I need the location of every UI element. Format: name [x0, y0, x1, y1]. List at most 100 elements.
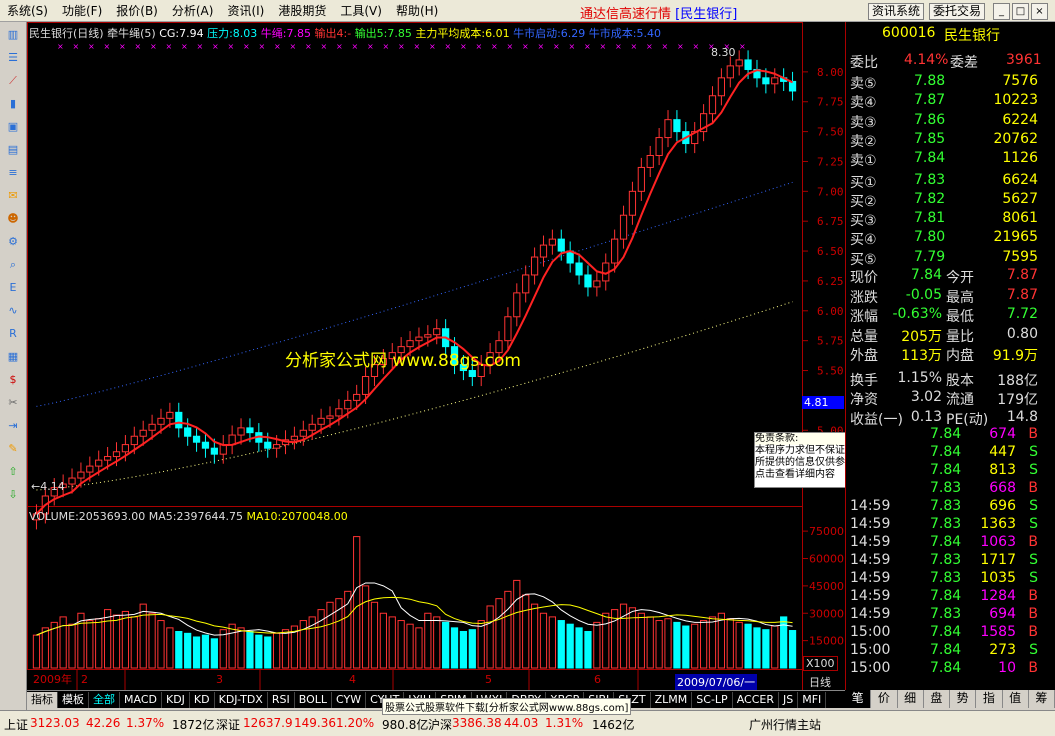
volume-bar	[326, 601, 334, 669]
tab-kdj-tdx[interactable]: KDJ-TDX	[215, 691, 268, 708]
layout-icon[interactable]: ▦	[3, 348, 23, 366]
sell-volume: 20762	[993, 130, 1038, 147]
volume-bar	[646, 616, 654, 669]
right-tab-2[interactable]: 细	[898, 690, 924, 708]
volume-bar	[370, 601, 379, 669]
tab-item[interactable]: 模板	[58, 691, 89, 708]
line-icon[interactable]: ⟋	[3, 72, 23, 90]
pen-icon[interactable]: ✎	[3, 440, 23, 458]
main-cost-value: 主力平均成本:6.01	[415, 27, 510, 40]
tab-item[interactable]: 全部	[89, 691, 120, 708]
minimize-button[interactable]: _	[993, 3, 1010, 20]
signal-marker: ×	[274, 42, 281, 51]
close-button[interactable]: ×	[1031, 3, 1048, 20]
candle-body	[192, 435, 201, 443]
volume-bar	[691, 623, 699, 669]
signal-marker: ×	[228, 42, 235, 51]
stat-value: 0.80	[1006, 325, 1038, 342]
sell-volume: 6224	[1002, 111, 1038, 128]
right-tab-0[interactable]: 笔	[845, 690, 872, 708]
right-tab-3[interactable]: 盘	[924, 690, 950, 708]
tab-rsi[interactable]: RSI	[268, 691, 295, 708]
tool-icon[interactable]: ✂	[3, 394, 23, 412]
stat-label: 涨幅	[850, 309, 878, 325]
tab-kd[interactable]: KD	[190, 691, 215, 708]
tab-kdj[interactable]: KDJ	[162, 691, 190, 708]
volume-bar	[584, 631, 592, 669]
stat-row: 总量 205万 量比 0.80	[846, 325, 1054, 345]
people-icon[interactable]: ☻	[3, 210, 23, 228]
mail-icon[interactable]: ✉	[3, 187, 23, 205]
y-tick-label: 7.00	[817, 185, 844, 198]
volume-bar	[415, 627, 423, 669]
volume-bar	[673, 621, 681, 669]
menu-item-7[interactable]: 帮助(H)	[389, 0, 445, 22]
y-tick-label: 6.25	[817, 275, 844, 288]
tab-mfi[interactable]: MFI	[798, 691, 827, 708]
tab-zlmm[interactable]: ZLMM	[651, 691, 693, 708]
window-icon[interactable]: ▣	[3, 118, 23, 136]
signal-marker: ×	[491, 42, 498, 51]
tick-side: B	[1028, 534, 1038, 550]
signal-marker: ×	[352, 42, 359, 51]
tab-accer[interactable]: ACCER	[733, 691, 779, 708]
volume-bar	[281, 629, 290, 669]
stock-code: 600016	[882, 25, 936, 41]
chart-icon[interactable]: ▥	[3, 26, 23, 44]
tab-js[interactable]: JS	[779, 691, 799, 708]
volume-bar	[388, 616, 396, 669]
down-arrow-icon[interactable]: ⇩	[3, 486, 23, 504]
gear-icon[interactable]: ⚙	[3, 233, 23, 251]
right-tab-6[interactable]: 值	[1003, 690, 1029, 708]
signal-marker: ×	[600, 42, 607, 51]
stat-label: 内盘	[946, 348, 974, 364]
news-system-button[interactable]: 资讯系统	[868, 3, 925, 20]
maximize-button[interactable]: □	[1012, 3, 1029, 20]
right-tabs: 笔价细盘势指值筹	[845, 690, 1055, 708]
table-icon[interactable]: ▤	[3, 141, 23, 159]
tab-cyw[interactable]: CYW	[332, 691, 367, 708]
text-icon[interactable]: ≡	[3, 164, 23, 182]
output4-value: 输出4:-	[314, 27, 352, 40]
rsi-icon[interactable]: R	[3, 325, 23, 343]
right-tab-5[interactable]: 指	[976, 690, 1003, 708]
dollar-icon[interactable]: $	[3, 371, 23, 389]
tick-time: 14:59	[850, 498, 891, 514]
tab-boll[interactable]: BOLL	[295, 691, 332, 708]
exit-icon[interactable]: ⇥	[3, 417, 23, 435]
candle-body	[317, 417, 325, 425]
y-tick-label: 5.50	[817, 365, 844, 378]
right-tab-4[interactable]: 势	[950, 690, 977, 708]
menu-item-6[interactable]: 工具(V)	[333, 0, 389, 22]
volume-bar	[664, 618, 672, 669]
bar-icon[interactable]: ▮	[3, 95, 23, 113]
volume-bar	[450, 627, 459, 669]
list-icon[interactable]: ☰	[3, 49, 23, 67]
menu-item-2[interactable]: 报价(B)	[109, 0, 165, 22]
menu-item-4[interactable]: 资讯(I)	[220, 0, 271, 22]
etf-icon[interactable]: E	[3, 279, 23, 297]
main-cost-line	[36, 301, 793, 491]
menu-item-0[interactable]: 系统(S)	[0, 0, 55, 22]
menu-item-5[interactable]: 港股期货	[271, 0, 333, 22]
tick-side: B	[1028, 606, 1038, 622]
tab-item[interactable]: 指标	[27, 691, 58, 708]
wave-icon[interactable]: ∿	[3, 302, 23, 320]
candle-body	[637, 166, 645, 192]
volume-bar	[655, 620, 663, 669]
sell-level: 卖⑤ 7.88 7576	[846, 72, 1054, 92]
volume-bar	[566, 623, 574, 669]
menu-item-1[interactable]: 功能(F)	[55, 0, 109, 22]
search-icon[interactable]: ⌕	[3, 256, 23, 274]
menu-item-3[interactable]: 分析(A)	[165, 0, 221, 22]
right-tab-1[interactable]: 价	[871, 690, 898, 708]
tab-sc-lp[interactable]: SC-LP	[692, 691, 733, 708]
right-tab-7[interactable]: 筹	[1029, 690, 1055, 708]
footer-ad[interactable]: 股票公式股票软件下载[分析家公式网www.88gs.com]	[382, 698, 632, 715]
volume-bar	[637, 612, 645, 669]
buy-level: 买⑤ 7.79 7595	[846, 248, 1054, 268]
tab-macd[interactable]: MACD	[120, 691, 162, 708]
up-arrow-icon[interactable]: ⇧	[3, 463, 23, 481]
kline-chart[interactable]: 8.00 7.75 7.50 7.25 7.00 6.75 6.50 6.25 6.00 5.75…	[27, 22, 956, 690]
trade-button[interactable]: 委托交易	[929, 3, 986, 20]
